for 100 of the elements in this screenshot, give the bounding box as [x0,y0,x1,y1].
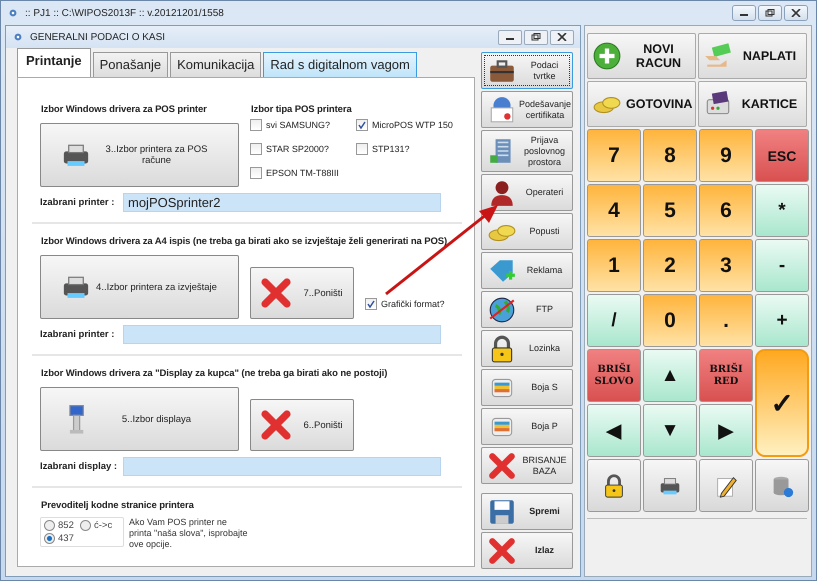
field-label: Izabrani printer : [40,329,116,340]
restore-button[interactable] [758,5,782,21]
input-field[interactable]: mojPOSprinter2 [123,193,441,212]
checkbox[interactable] [250,143,262,155]
field-label: Izabrani printer : [40,197,116,208]
checkbox-label: STAR SP2000? [266,144,329,154]
side-button[interactable]: Lozinka [481,330,573,367]
restore-icon [531,33,541,41]
checkbox-label: STP131? [372,144,410,154]
tool-button[interactable] [755,459,809,512]
checkbox[interactable] [250,167,262,179]
cross-icon [259,408,293,442]
tab[interactable]: Ponašanje [92,52,168,77]
radio-label: 437 [58,533,74,544]
keypad-key[interactable]: 7 [587,129,641,182]
keypad-key[interactable]: 2 [643,239,697,292]
keypad-key[interactable]: 9 [699,129,753,182]
restore-icon [765,9,775,17]
action-button[interactable]: KARTICE [698,81,807,127]
radio-button[interactable] [44,533,55,544]
keypad-key[interactable]: 4 [587,184,641,237]
plus-icon [592,41,622,71]
side-button[interactable]: Popusti [481,213,573,250]
section-heading: Izbor Windows drivera za POS printer [41,104,208,115]
display-select-button[interactable]: 5..Izbor displaya [40,387,239,451]
side-button[interactable]: BRISANJE BAZA [481,447,573,484]
tab[interactable]: Printanje [17,48,91,77]
checkbox[interactable] [365,298,377,310]
side-button[interactable]: Boja P [481,408,573,445]
close-icon [791,9,801,17]
keypad-key[interactable]: / [587,294,641,347]
section-heading: Izbor tipa POS printera [251,104,353,115]
cancel-button[interactable]: 6..Poništi [250,399,354,451]
checkbox-label: EPSON TM-T88III [266,168,339,178]
side-button[interactable]: Podešavanje certifikata [481,91,573,128]
printer-select-button[interactable]: 4..Izbor printera za izvještaje [40,255,239,319]
keypad-key[interactable]: ESC [755,129,809,182]
checkbox[interactable] [356,119,368,131]
cross-icon [487,450,517,480]
keypad-key[interactable]: 0 [643,294,697,347]
tool-button[interactable] [587,459,641,512]
action-button[interactable]: GOTOVINA [587,81,696,127]
keypad-key[interactable]: . [699,294,753,347]
section-heading: Izbor Windows drivera za A4 ispis (ne treba ga birati ako se izvještaje želi generirati na POS) [41,236,448,247]
keypad-key[interactable]: ▲ [643,349,697,402]
close-button[interactable] [550,30,574,44]
globe-icon [487,294,517,324]
keypad-key[interactable]: 6 [699,184,753,237]
close-icon [557,33,567,41]
tool-button[interactable] [643,459,697,512]
minimize-button[interactable] [732,5,756,21]
keypad-key[interactable]: - [755,239,809,292]
side-button[interactable]: Izlaz [481,532,573,569]
section-heading: Prevoditelj kodne stranice printera [41,500,195,511]
restore-button[interactable] [524,30,548,44]
tab[interactable]: Rad s digitalnom vagom [263,52,417,77]
checkbox-label: Grafički format? [381,299,445,309]
input-field[interactable] [123,325,441,344]
minimize-button[interactable] [498,30,522,44]
tab[interactable]: Komunikacija [170,52,262,77]
checkbox[interactable] [356,143,368,155]
side-button[interactable]: Spremi [481,493,573,530]
input-field[interactable] [123,457,441,476]
checkbox-label: MicroPOS WTP 150 [372,120,453,130]
printer-select-button[interactable]: 3..Izbor printera za POS račune [40,123,239,187]
cross-icon [487,536,517,566]
radio-button[interactable] [44,520,55,531]
cross-icon [259,276,293,310]
keypad-key[interactable]: + [755,294,809,347]
keypad-key[interactable]: 1 [587,239,641,292]
close-button[interactable] [784,5,808,21]
keypad-key[interactable]: * [755,184,809,237]
cancel-button[interactable]: 7..Poništi [250,267,354,319]
tool-button[interactable] [699,459,753,512]
keypad-key[interactable]: ▼ [643,404,697,457]
keypad-key[interactable]: ✓ [755,349,809,457]
side-button[interactable]: Boja S [481,369,573,406]
keypad-key[interactable]: BRIŠI SLOVO [587,349,641,402]
action-button[interactable]: NAPLATI [698,33,807,79]
radio-button[interactable] [80,520,91,531]
section-heading: Izbor Windows drivera za "Display za kupca" (ne treba ga birati ako ne postoji) [41,368,388,379]
keypad-key[interactable]: BRIŠI RED [699,349,753,402]
keypad-key[interactable]: ◀ [587,404,641,457]
checkbox-label: svi SAMSUNG? [266,120,330,130]
keypad-key[interactable]: 8 [643,129,697,182]
field-label: Izabrani display : [40,461,118,472]
keypad-key[interactable]: 5 [643,184,697,237]
side-button[interactable]: Prijava poslovnog prostora [481,130,573,172]
radio-label: 852 [58,520,74,531]
hint-text: Ako Vam POS printer ne printa "naša slova", isprobajte ove opcije. [129,517,248,550]
side-button[interactable]: Operateri [481,174,573,211]
checkbox[interactable] [250,119,262,131]
action-button[interactable]: NOVI RACUN [587,33,696,79]
side-button[interactable]: Podaci tvrtke [481,52,573,89]
keypad-key[interactable]: ▶ [699,404,753,457]
side-button[interactable]: FTP [481,291,573,328]
radio-label: ć->c [94,520,112,531]
side-button[interactable]: Reklama [481,252,573,289]
window-title: :: PJ1 :: C:\WIPOS2013F :: v.20121201/1558 [25,8,225,18]
keypad-key[interactable]: 3 [699,239,753,292]
